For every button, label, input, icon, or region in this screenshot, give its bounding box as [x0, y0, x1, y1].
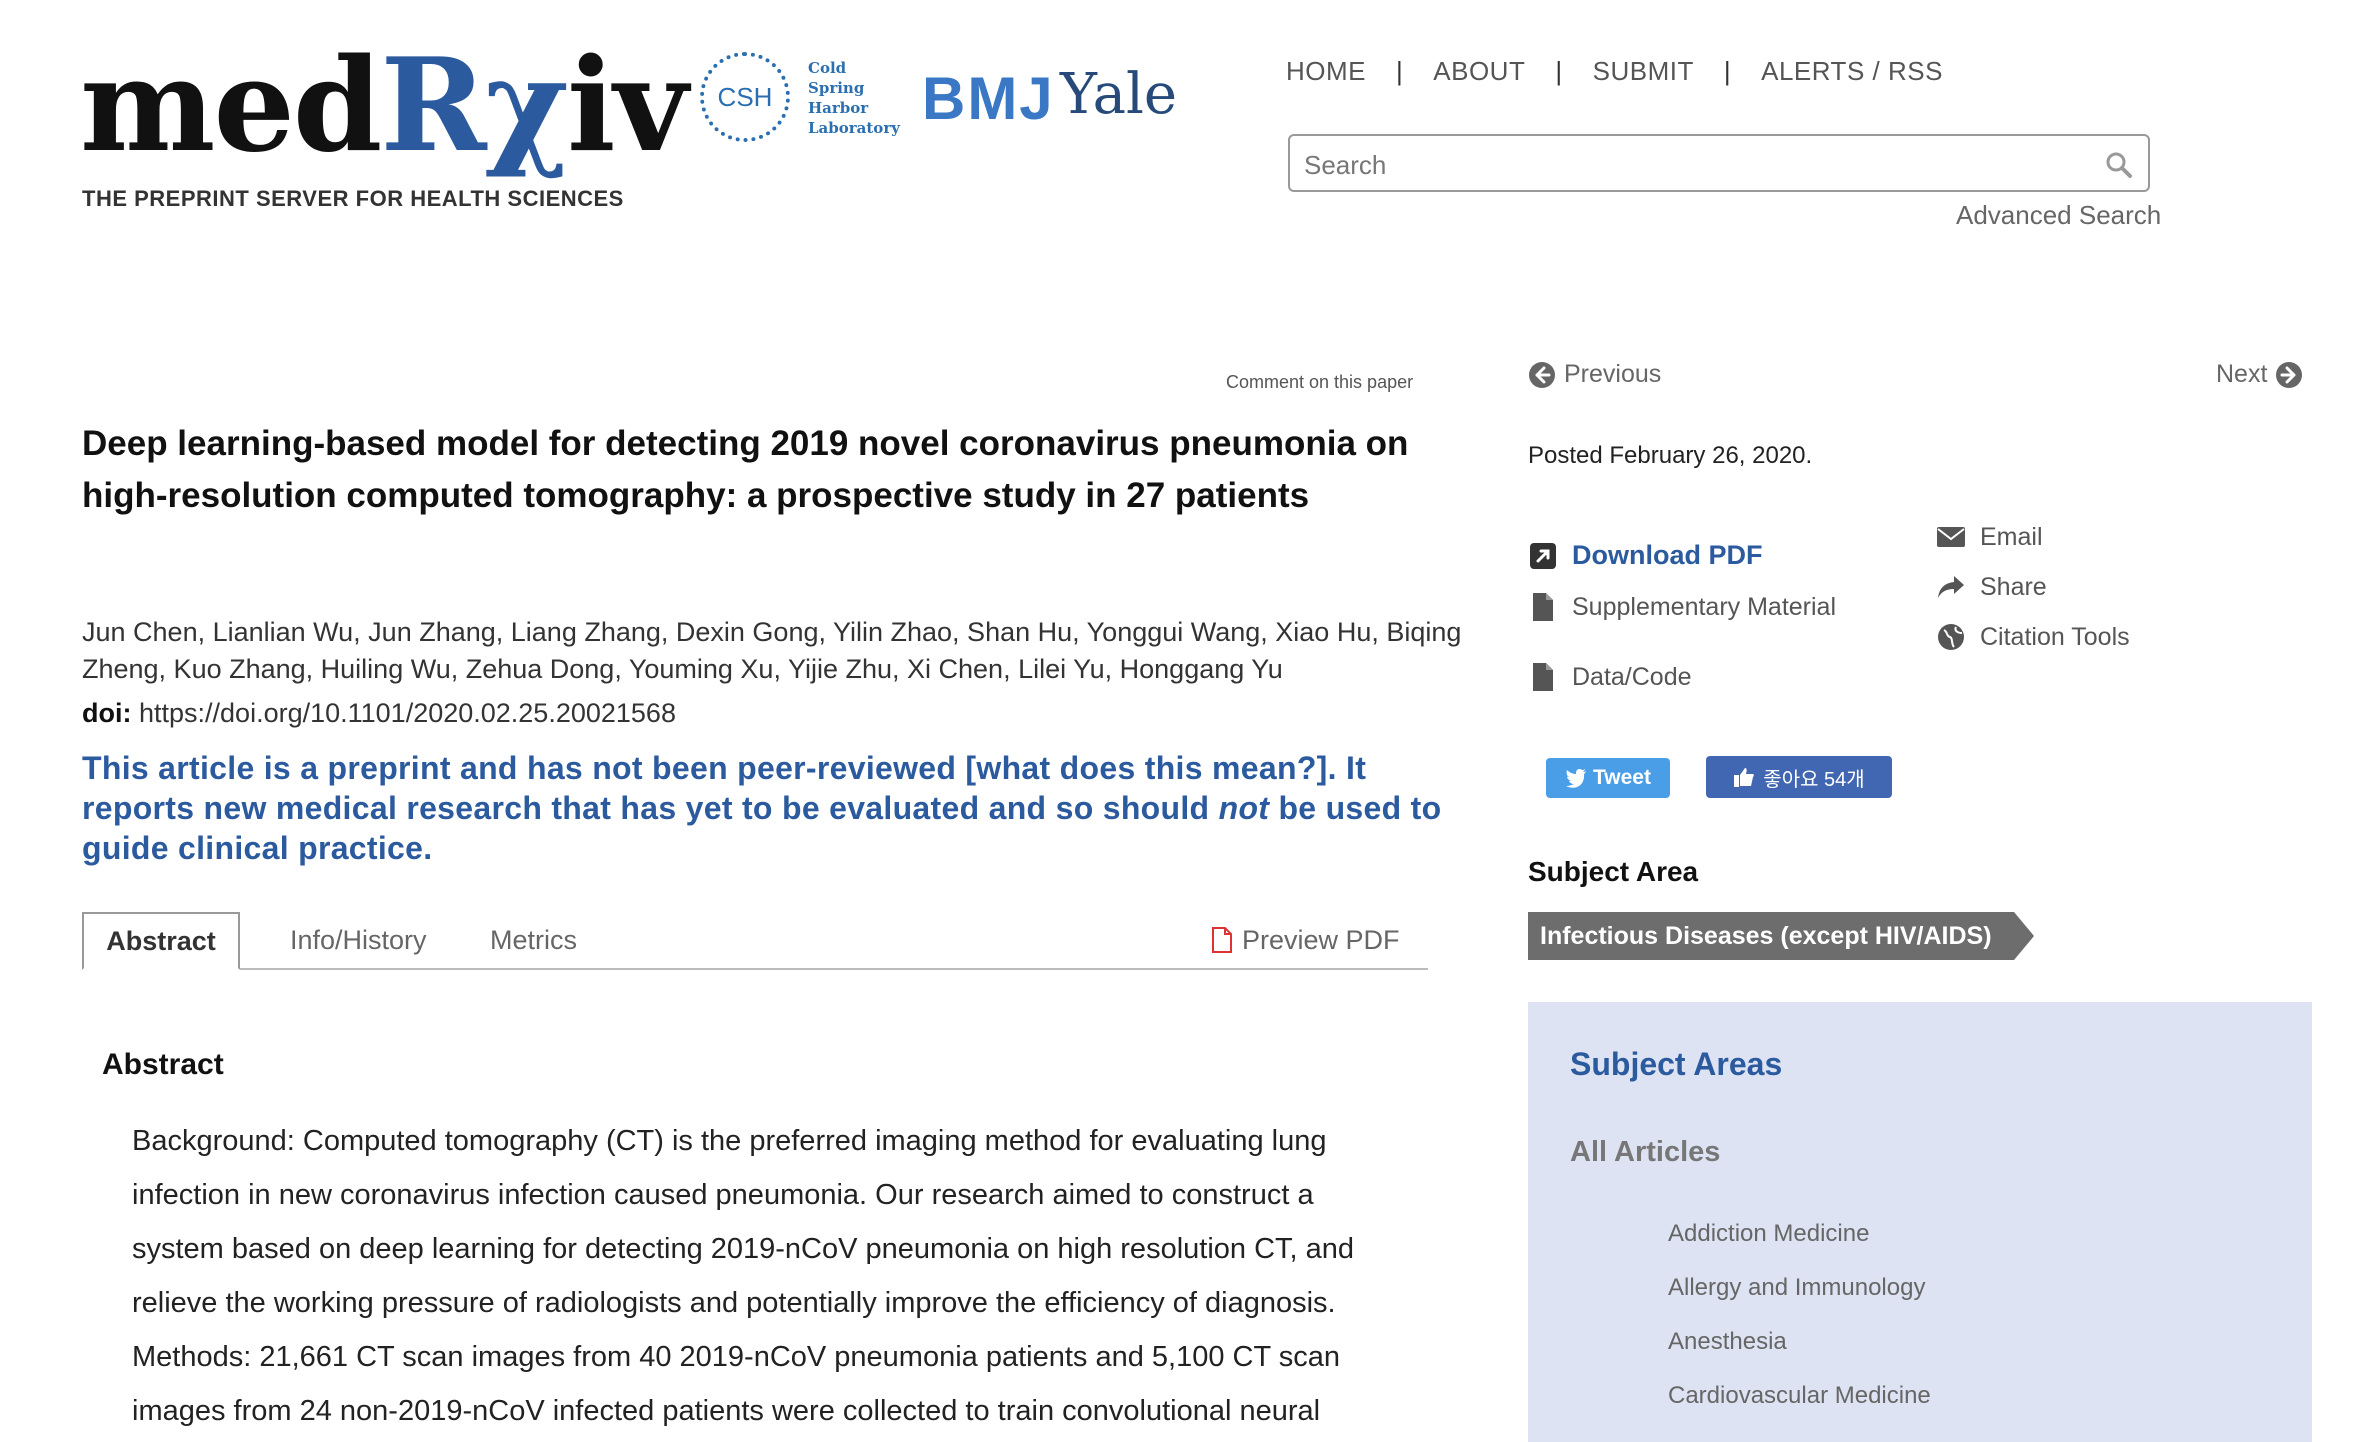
subject-area-label: Allergy and Immunology — [1668, 1274, 1926, 1301]
nav-separator: | — [1555, 56, 1563, 86]
csh-line: Harbor — [808, 99, 869, 117]
abstract-heading: Abstract — [102, 1048, 224, 1081]
subject-area-label: Addiction Medicine — [1668, 1220, 1870, 1247]
posted-date: Posted February 26, 2020. — [1528, 442, 1813, 469]
facebook-like-label: 좋아요 54개 — [1763, 768, 1865, 791]
subject-area-heading: Subject Area — [1528, 856, 1699, 887]
medrxiv-logo[interactable]: medRχiv — [80, 42, 688, 170]
previous-label: Previous — [1564, 360, 1662, 388]
nav-separator: | — [1723, 56, 1732, 86]
subject-tag-arrow — [2013, 912, 2034, 960]
csh-line: Cold — [808, 59, 847, 77]
download-pdf-link[interactable]: Download PDF — [1528, 540, 1763, 571]
nav-alerts-rss[interactable]: ALERTS / RSS — [1761, 56, 1943, 87]
nav-home[interactable]: HOME — [1286, 56, 1366, 87]
file-icon — [1533, 593, 1553, 621]
previous-article-link[interactable]: Previous — [1528, 360, 1661, 389]
author-list[interactable]: Jun Chen, Lianlian Wu, Jun Zhang, Liang … — [82, 614, 1462, 688]
globe-icon — [1938, 624, 1964, 650]
subject-areas-panel: Subject Areas All Articles Addiction Med… — [1528, 1002, 2312, 1442]
citation-tools-link[interactable]: Citation Tools — [1936, 622, 2130, 652]
nav-about[interactable]: ABOUT — [1433, 56, 1525, 87]
thumbs-up-icon — [1734, 768, 1755, 787]
subject-area-item[interactable]: Anesthesia — [1668, 1324, 1931, 1378]
top-nav: HOME | ABOUT | SUBMIT | ALERTS / RSS — [1286, 56, 1943, 87]
logo-text-rx: Rχ — [380, 31, 569, 181]
preprint-notice-emphasis: not — [1218, 790, 1270, 826]
supplementary-label: Supplementary Material — [1572, 592, 1837, 621]
email-link[interactable]: Email — [1936, 522, 2043, 552]
search-icon[interactable] — [2104, 150, 2134, 180]
facebook-like-button[interactable]: 좋아요 54개 — [1706, 756, 1892, 798]
comment-link[interactable]: Comment on this paper — [1226, 372, 1413, 393]
preprint-notice: This article is a preprint and has not b… — [82, 748, 1462, 868]
citation-tools-label: Citation Tools — [1980, 622, 2130, 651]
abstract-line: relieve the working pressure of radiolog… — [132, 1287, 1336, 1319]
next-article-link[interactable]: Next — [2216, 360, 2303, 389]
tweet-button[interactable]: Tweet — [1546, 758, 1670, 798]
tab-info-history[interactable]: Info/History — [290, 912, 427, 968]
csh-line: Spring — [808, 79, 865, 97]
abstract-line: Methods: 21,661 CT scan images from 40 2… — [132, 1341, 1340, 1373]
email-label: Email — [1980, 522, 2043, 551]
preprint-notice-text[interactable]: This article is a preprint and has not b… — [82, 750, 1366, 826]
all-articles-link[interactable]: All Articles — [1570, 1136, 1720, 1169]
article-tabs: Abstract Info/History Metrics Preview PD… — [82, 912, 1428, 970]
nav-submit[interactable]: SUBMIT — [1593, 56, 1694, 87]
subject-areas-list: Addiction Medicine Allergy and Immunolog… — [1668, 1216, 1931, 1432]
external-link-icon — [1530, 542, 1556, 569]
logo-tagline: THE PREPRINT SERVER FOR HEALTH SCIENCES — [82, 186, 624, 211]
subject-area-label: Cardiovascular Medicine — [1668, 1382, 1931, 1409]
subject-area-item[interactable]: Cardiovascular Medicine — [1668, 1378, 1931, 1432]
tab-abstract[interactable]: Abstract — [82, 912, 240, 970]
search-input[interactable] — [1302, 146, 2086, 184]
subject-area-item[interactable]: Addiction Medicine — [1668, 1216, 1931, 1270]
csh-logo-badge[interactable]: CSH — [700, 52, 790, 142]
twitter-bird-icon — [1566, 769, 1587, 788]
logo-text-iv: iv — [566, 31, 688, 181]
abstract-line: Background: Computed tomography (CT) is … — [132, 1125, 1327, 1157]
csh-line: Laboratory — [808, 119, 900, 137]
supplementary-material-link[interactable]: Supplementary Material — [1528, 592, 1836, 622]
article-title: Deep learning-based model for detecting … — [82, 424, 1409, 515]
search-box — [1288, 134, 2150, 192]
subject-areas-title: Subject Areas — [1570, 1046, 1783, 1082]
csh-badge-text: CSH — [717, 81, 773, 112]
csh-logo-text: Cold Spring Harbor Laboratory — [808, 58, 900, 138]
file-icon — [1533, 663, 1553, 691]
envelope-icon — [1937, 527, 1965, 547]
bmj-logo[interactable]: BMJ — [922, 64, 1055, 133]
doi-link[interactable]: https://doi.org/10.1101/2020.02.25.20021… — [139, 698, 676, 728]
subject-area-item[interactable]: Allergy and Immunology — [1668, 1270, 1931, 1324]
preview-pdf-label: Preview PDF — [1242, 924, 1400, 955]
share-arrow-icon — [1938, 576, 1964, 598]
arrow-left-circle-icon — [1529, 361, 1555, 388]
yale-logo[interactable]: Yale — [1060, 62, 1177, 127]
share-link[interactable]: Share — [1936, 572, 2047, 602]
abstract-body: Background: Computed tomography (CT) is … — [132, 1114, 1392, 1438]
abstract-line: system based on deep learning for detect… — [132, 1233, 1355, 1265]
tweet-label: Tweet — [1593, 766, 1651, 789]
advanced-search-link[interactable]: Advanced Search — [1956, 200, 2161, 231]
data-code-label: Data/Code — [1572, 662, 1692, 691]
subject-tag[interactable]: Infectious Diseases (except HIV/AIDS) — [1528, 912, 2014, 960]
doi-line: doi: https://doi.org/10.1101/2020.02.25.… — [82, 698, 676, 729]
preview-pdf-link[interactable]: Preview PDF — [1212, 912, 1400, 968]
doi-label: doi: — [82, 698, 132, 728]
pdf-file-icon — [1212, 927, 1232, 953]
nav-separator: | — [1396, 56, 1404, 86]
arrow-right-circle-icon — [2276, 361, 2303, 388]
subject-tag-wrapper: Infectious Diseases (except HIV/AIDS) — [1528, 912, 2034, 960]
logo-text-med: med — [80, 31, 382, 181]
download-pdf-label: Download PDF — [1572, 540, 1763, 570]
tab-metrics[interactable]: Metrics — [490, 912, 577, 968]
next-label: Next — [2216, 360, 2268, 388]
subject-area-label: Anesthesia — [1668, 1328, 1787, 1355]
abstract-line: infection in new coronavirus infection c… — [132, 1179, 1314, 1211]
data-code-link[interactable]: Data/Code — [1528, 662, 1692, 692]
share-label: Share — [1980, 572, 2047, 601]
